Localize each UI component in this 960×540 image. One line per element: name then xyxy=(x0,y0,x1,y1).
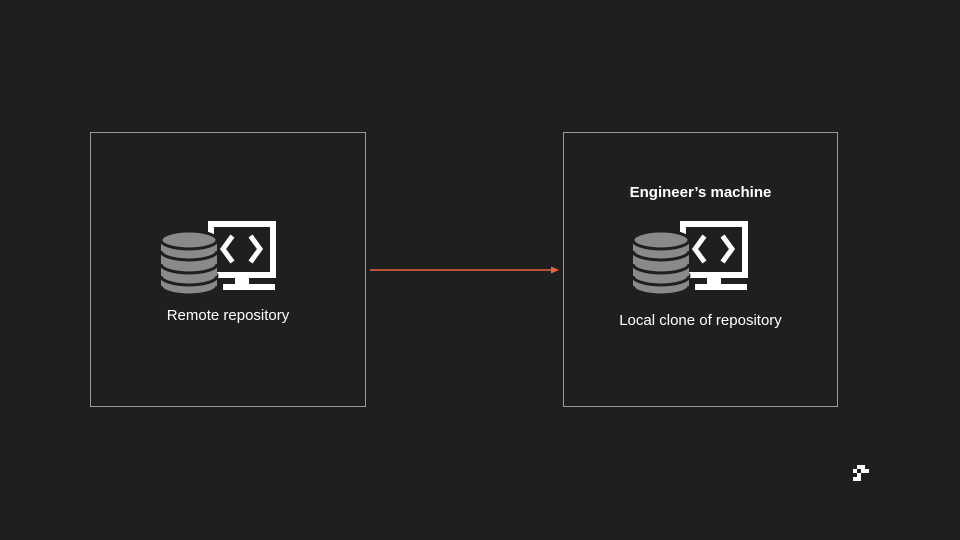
connector-arrow xyxy=(370,266,559,274)
database-icon xyxy=(633,229,691,296)
monitor-code-icon xyxy=(208,221,276,290)
remote-repository-box: Remote repository xyxy=(90,132,366,407)
engineer-machine-title: Engineer’s machine xyxy=(629,184,772,201)
brand-logo-icon xyxy=(853,465,869,481)
remote-repository-label: Remote repository xyxy=(166,307,290,324)
local-clone-label: Local clone of repository xyxy=(619,312,782,329)
monitor-code-icon xyxy=(680,221,748,290)
repository-icon xyxy=(161,221,276,296)
repository-icon xyxy=(633,221,748,296)
engineer-machine-box: Engineer’s machine Local clone of reposi… xyxy=(563,132,838,407)
diagram-canvas: Remote repository Engineer’s machine Loc… xyxy=(0,0,960,540)
database-icon xyxy=(161,229,219,296)
